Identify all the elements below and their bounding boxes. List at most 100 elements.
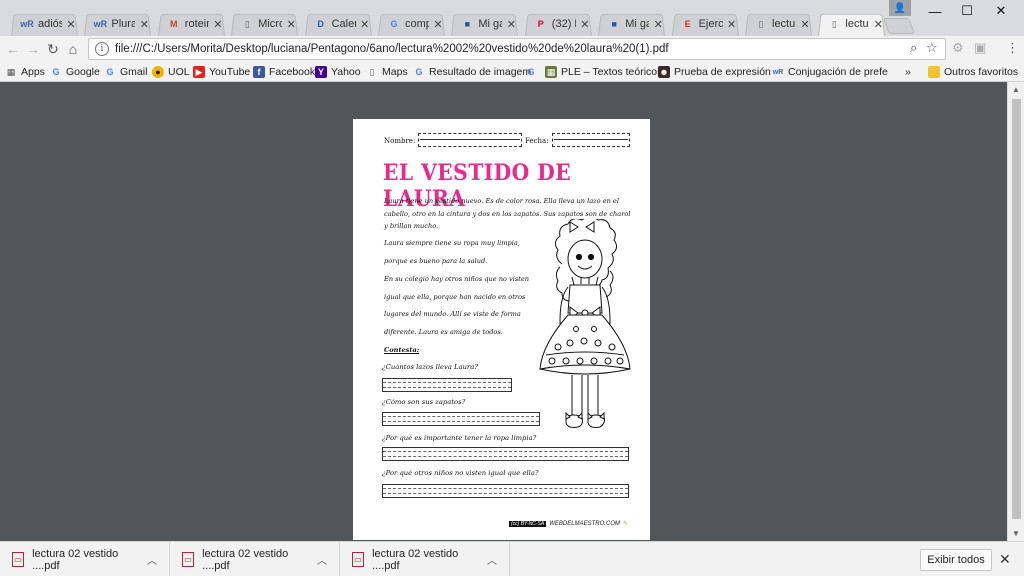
bookmark-google[interactable]: G Google	[50, 64, 99, 80]
google-icon: G	[106, 67, 114, 77]
footer-site: WEBDELMAESTRO.COM	[549, 520, 620, 527]
bookmark-maps[interactable]: ▯ Maps	[366, 64, 408, 80]
nombre-label: Nombre:	[384, 137, 416, 145]
close-tab-icon[interactable]: ✕	[727, 18, 737, 31]
tab[interactable]: E Ejercic ✕	[667, 12, 741, 36]
spanishdict-icon: D	[317, 19, 324, 29]
bookmark-uol[interactable]: ● UOL	[152, 64, 190, 80]
close-tab-icon[interactable]: ✕	[360, 18, 370, 31]
bookmark-prueba[interactable]: ☻ Prueba de expresión	[658, 64, 771, 80]
close-tab-icon[interactable]: ✕	[66, 18, 76, 31]
search-icon[interactable]: ⌕	[910, 40, 917, 56]
close-downloads-icon[interactable]: ✕	[999, 551, 1011, 568]
download-item[interactable]: ▭ lectura 02 vestido ....pdf ︿	[0, 542, 170, 576]
bookmark-gmail[interactable]: G Gmail	[104, 64, 147, 80]
bookmark-star-icon[interactable]: ☆	[926, 40, 938, 56]
chevron-up-icon[interactable]: ︿	[317, 552, 327, 567]
bookmark-ple[interactable]: ▦ PLE – Textos teóricos	[545, 64, 662, 80]
forward-button[interactable]: →	[24, 40, 42, 58]
info-icon[interactable]: i	[95, 42, 109, 56]
close-tab-icon[interactable]: ✕	[580, 18, 590, 31]
scroll-down-icon[interactable]: ▼	[1012, 529, 1020, 538]
document-icon: ▯	[831, 18, 837, 29]
new-tab-button[interactable]	[883, 18, 915, 34]
home-button[interactable]: ⌂	[64, 40, 82, 58]
bookmark-apps[interactable]: ▦ Apps	[5, 64, 45, 80]
download-item[interactable]: ▭ lectura 02 vestido ....pdf ︿	[340, 542, 510, 576]
back-button[interactable]: ←	[4, 40, 22, 58]
bookmark-label: Outros favoritos	[944, 66, 1019, 78]
close-tab-icon[interactable]: ✕	[213, 18, 223, 31]
bookmark-label: Maps	[382, 66, 408, 78]
tab[interactable]: ▯ lectura ✕	[740, 12, 814, 36]
reload-button[interactable]: ↻	[44, 40, 62, 58]
bookmark-yahoo[interactable]: Y Yahoo	[315, 64, 361, 80]
apps-grid-icon: ▦	[6, 66, 16, 77]
gmail-icon: M	[170, 19, 178, 29]
tab[interactable]: ■ Mi gat✕	[446, 12, 520, 36]
close-tab-icon[interactable]: ✕	[653, 18, 663, 31]
tab-title: lectura	[845, 18, 869, 30]
bookmark-facebook[interactable]: f Facebook	[253, 64, 315, 80]
extension-icon-2[interactable]: ▣	[974, 40, 986, 56]
tab-title: Ejercic	[698, 18, 723, 30]
download-filename: lectura 02 vestido ....pdf	[372, 547, 459, 572]
tab-title: Plural c	[111, 18, 136, 30]
question-3: ¿Por qué es importante tener la ropa lim…	[382, 434, 537, 442]
footer-credit: (cc) BY-NC-SA WEBDELMAESTRO.COM ✎	[509, 520, 628, 527]
tab[interactable]: ▯ Micros✕	[226, 12, 300, 36]
close-window-button[interactable]: ✕	[984, 0, 1018, 22]
tab[interactable]: ■ Mi gat✕	[593, 12, 667, 36]
bookmark-label: YouTube	[209, 66, 251, 78]
menu-icon[interactable]: ⋮	[1006, 40, 1019, 56]
bookmark-resultado[interactable]: G Resultado de imagem	[413, 64, 531, 80]
tab[interactable]: D Calend ✕	[300, 12, 374, 36]
answer-box-3	[382, 447, 629, 461]
google-icon: G	[52, 67, 60, 77]
scroll-up-icon[interactable]: ▲	[1012, 85, 1020, 94]
tab[interactable]: P (32) Pi ✕	[520, 12, 594, 36]
bookmark-google-2[interactable]: G	[525, 64, 537, 80]
download-item[interactable]: ▭ lectura 02 vestido ....pdf ︿	[170, 542, 340, 576]
tab[interactable]: wR adiós - ✕	[6, 12, 80, 36]
uol-icon: ●	[152, 66, 164, 78]
bookmark-outros-favoritos[interactable]: ■ Outros favoritos	[928, 64, 1018, 80]
profile-icon[interactable]: 👤	[889, 0, 911, 16]
girl-illustration	[539, 219, 631, 428]
bookmark-label: Resultado de imagem	[429, 66, 532, 78]
tab[interactable]: Gcompr ✕	[373, 12, 447, 36]
bookmarks-overflow-button[interactable]: »	[905, 64, 911, 80]
address-url[interactable]: file:///C:/Users/Morita/Desktop/luciana/…	[115, 43, 669, 55]
tab[interactable]: wRPlural c✕	[79, 12, 153, 36]
close-tab-icon[interactable]: ✕	[800, 18, 810, 31]
chevron-up-icon[interactable]: ︿	[147, 552, 157, 567]
extension-icon[interactable]: ⚙	[952, 40, 964, 56]
yahoo-icon: Y	[315, 66, 327, 78]
tab[interactable]: ▯ lectura ✕	[813, 12, 887, 36]
close-tab-icon[interactable]: ✕	[139, 18, 149, 31]
tab-title: Calend	[331, 18, 356, 30]
bookmark-youtube[interactable]: ▶ YouTube	[193, 64, 250, 80]
show-all-downloads-button[interactable]: Exibir todos	[920, 549, 992, 571]
address-bar[interactable]: i file:///C:/Users/Morita/Desktop/lucian…	[88, 38, 946, 60]
scrollbar-thumb[interactable]	[1012, 99, 1021, 519]
bookmark-conjugacion[interactable]: wR Conjugación de prefe	[772, 64, 888, 80]
answer-box-4	[382, 484, 629, 498]
close-tab-icon[interactable]: ✕	[286, 18, 296, 31]
close-tab-icon[interactable]: ✕	[433, 18, 443, 31]
chevron-up-icon[interactable]: ︿	[487, 552, 497, 567]
tab[interactable]: Mroteiro ✕	[153, 12, 227, 36]
minimize-button[interactable]: —	[918, 0, 952, 22]
tab-title: roteiro	[184, 18, 209, 30]
google-icon: G	[390, 19, 398, 29]
maximize-button[interactable]: ☐	[950, 0, 984, 22]
youtube-icon: ▶	[193, 66, 205, 78]
exercise-icon: E	[684, 19, 691, 29]
bookmark-label: PLE – Textos teóricos	[561, 66, 663, 78]
pinterest-icon: P	[537, 19, 544, 29]
close-tab-icon[interactable]: ✕	[506, 18, 516, 31]
vertical-scrollbar[interactable]: ▲ ▼	[1007, 82, 1024, 541]
close-tab-icon[interactable]: ✕	[873, 18, 883, 31]
bookmark-label: UOL	[168, 66, 190, 78]
wordreference-icon: wR	[772, 68, 784, 76]
